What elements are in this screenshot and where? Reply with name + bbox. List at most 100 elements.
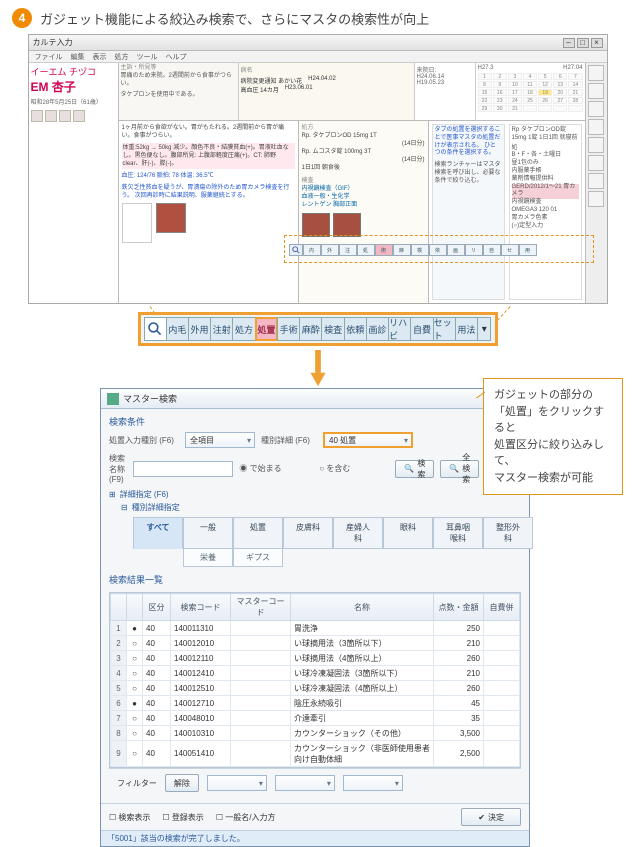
patient-icon[interactable] <box>73 110 85 122</box>
checkbox-icon[interactable]: ○ <box>132 684 137 693</box>
select-input-type[interactable]: 全項目 <box>185 432 255 448</box>
dropdown-icon[interactable]: ▾ <box>477 317 491 341</box>
patient-icon[interactable] <box>31 110 43 122</box>
tool-icon[interactable] <box>588 173 604 189</box>
filter-seg[interactable]: 外 <box>321 244 339 256</box>
search-name-input[interactable] <box>133 461 233 477</box>
tab-hifuka[interactable]: 皮膚科 <box>283 517 333 549</box>
close-icon[interactable]: × <box>591 38 603 48</box>
filter-select-1[interactable] <box>207 775 267 791</box>
endoscope-thumb[interactable] <box>302 213 330 237</box>
filter-seg[interactable]: 内 <box>303 244 321 256</box>
filter-btn-shochi[interactable]: 処置 <box>255 317 278 341</box>
tool-icon[interactable] <box>588 83 604 99</box>
menu-item[interactable]: ツール <box>137 52 158 62</box>
patient-icon[interactable] <box>59 110 71 122</box>
expand-icon[interactable]: ⊟ <box>121 503 128 512</box>
tool-icon[interactable] <box>588 155 604 171</box>
filter-btn-chuusha[interactable]: 注射 <box>210 317 233 341</box>
filter-btn-gaiyou[interactable]: 外用 <box>188 317 211 341</box>
match-radio-contains[interactable]: ○ を含む <box>319 463 389 474</box>
col-name[interactable]: 名称 <box>291 594 434 621</box>
tab-jibi[interactable]: 耳鼻咽喉科 <box>433 517 483 549</box>
filter-btn-gazoushin[interactable]: 画診 <box>366 317 389 341</box>
checkbox-icon[interactable]: ○ <box>132 654 137 663</box>
filter-btn-masui[interactable]: 麻酔 <box>299 317 322 341</box>
filter-seg[interactable]: 注 <box>339 244 357 256</box>
tab-general[interactable]: 一般 <box>183 517 233 549</box>
filter-btn-rehabi[interactable]: リハビ <box>388 317 411 341</box>
match-radio-starts[interactable]: ◉ で始まる <box>239 463 309 474</box>
calendar-panel[interactable]: H27.3H27.04 1234567 891011121314 1516171… <box>475 63 585 120</box>
checkbox-icon[interactable]: ● <box>132 624 137 633</box>
tab-eiyou[interactable]: 栄養 <box>183 549 233 567</box>
filter-btn-shohou[interactable]: 処方 <box>232 317 255 341</box>
expand-icon[interactable]: ⊞ <box>109 490 116 499</box>
table-row[interactable]: 6●40140012710陰圧永続吸引45 <box>111 696 520 711</box>
checkbox-icon[interactable]: ○ <box>132 714 137 723</box>
tab-shochi[interactable]: 処置 <box>233 517 283 549</box>
menu-item[interactable]: 処方 <box>115 52 129 62</box>
filter-btn-youhou[interactable]: 用法 <box>455 317 478 341</box>
search-button[interactable]: 🔍検索 <box>395 460 434 478</box>
select-type-detail[interactable]: 40 処置 <box>323 432 413 448</box>
tab-all[interactable]: すべて <box>133 517 183 549</box>
filter-seg[interactable]: 自 <box>483 244 501 256</box>
result-table[interactable]: 区分 検索コード マスターコード 名称 点数・金額 自費併 1●40140011… <box>110 593 520 767</box>
filter-seg-shochi[interactable]: 術 <box>375 244 393 256</box>
filter-seg[interactable]: 麻 <box>393 244 411 256</box>
checkbox-icon[interactable]: ○ <box>132 729 137 738</box>
right-toolbar[interactable] <box>585 63 607 303</box>
body-schema-thumb[interactable] <box>122 203 152 243</box>
tool-icon[interactable] <box>588 119 604 135</box>
gadget-filter-mini[interactable]: 内 外 注 処 術 麻 検 依 画 リ 自 セ 用 <box>289 243 537 257</box>
filter-select-2[interactable] <box>275 775 335 791</box>
checkbox-icon[interactable]: ○ <box>132 639 137 648</box>
tab-ganka[interactable]: 眼科 <box>383 517 433 549</box>
col-points[interactable]: 点数・金額 <box>434 594 484 621</box>
menu-bar[interactable]: ファイル 編集 表示 処方 ツール ヘルプ <box>29 51 607 63</box>
filter-seg[interactable]: 用 <box>519 244 537 256</box>
confirm-button[interactable]: ✔決定 <box>461 808 521 826</box>
tool-icon[interactable] <box>588 191 604 207</box>
table-row[interactable]: 1●40140011310胃洗浄250 <box>111 621 520 636</box>
table-row[interactable]: 3○40140012110い球摘用法（4箇所以上）260 <box>111 651 520 666</box>
tab-gips[interactable]: ギプス <box>233 549 283 567</box>
filter-btn-naimou[interactable]: 内毛 <box>166 317 189 341</box>
col-jihi[interactable]: 自費併 <box>484 594 520 621</box>
filter-seg[interactable]: 検 <box>411 244 429 256</box>
filter-btn-shujutsu[interactable]: 手術 <box>277 317 300 341</box>
filter-seg[interactable]: 依 <box>429 244 447 256</box>
table-row[interactable]: 9○40140051410カウンターショック（非医師使用患者向け自動体細2,50… <box>111 741 520 767</box>
tab-sanfu[interactable]: 産婦人科 <box>333 517 383 549</box>
filter-select-3[interactable] <box>343 775 403 791</box>
tab-seikei[interactable]: 整形外科 <box>483 517 533 549</box>
filter-seg[interactable]: リ <box>465 244 483 256</box>
col-kubun[interactable]: 区分 <box>143 594 171 621</box>
tool-icon[interactable] <box>588 101 604 117</box>
tool-icon[interactable] <box>588 137 604 153</box>
filter-btn-set[interactable]: セット <box>433 317 456 341</box>
table-row[interactable]: 7○40140048010介達牽引35 <box>111 711 520 726</box>
col-master-code[interactable]: マスターコード <box>231 594 291 621</box>
endoscope-thumb[interactable] <box>156 203 186 233</box>
menu-item[interactable]: ヘルプ <box>166 52 187 62</box>
filter-seg[interactable]: 画 <box>447 244 465 256</box>
table-row[interactable]: 8○40140010310カウンターショック（その他）3,500 <box>111 726 520 741</box>
filter-btn-irai[interactable]: 依頼 <box>344 317 367 341</box>
menu-item[interactable]: ファイル <box>35 52 63 62</box>
endoscope-thumb[interactable] <box>333 213 361 237</box>
menu-item[interactable]: 表示 <box>93 52 107 62</box>
checkbox-icon[interactable]: ● <box>132 699 137 708</box>
search-icon[interactable] <box>289 244 303 256</box>
check-search-disp[interactable]: ☐ 検索表示 <box>109 812 150 823</box>
table-row[interactable]: 2○40140012010い球摘用法（3箇所以下）210 <box>111 636 520 651</box>
check-generic-name[interactable]: ☐ 一般名/入力方 <box>216 812 276 823</box>
search-all-button[interactable]: 🔍全検索 <box>440 460 479 478</box>
filter-btn-jihi[interactable]: 自費 <box>410 317 433 341</box>
filter-btn-kensa[interactable]: 検査 <box>321 317 344 341</box>
minimize-icon[interactable]: – <box>563 38 575 48</box>
tool-icon[interactable] <box>588 65 604 81</box>
maximize-icon[interactable]: □ <box>577 38 589 48</box>
search-icon[interactable] <box>144 317 167 341</box>
